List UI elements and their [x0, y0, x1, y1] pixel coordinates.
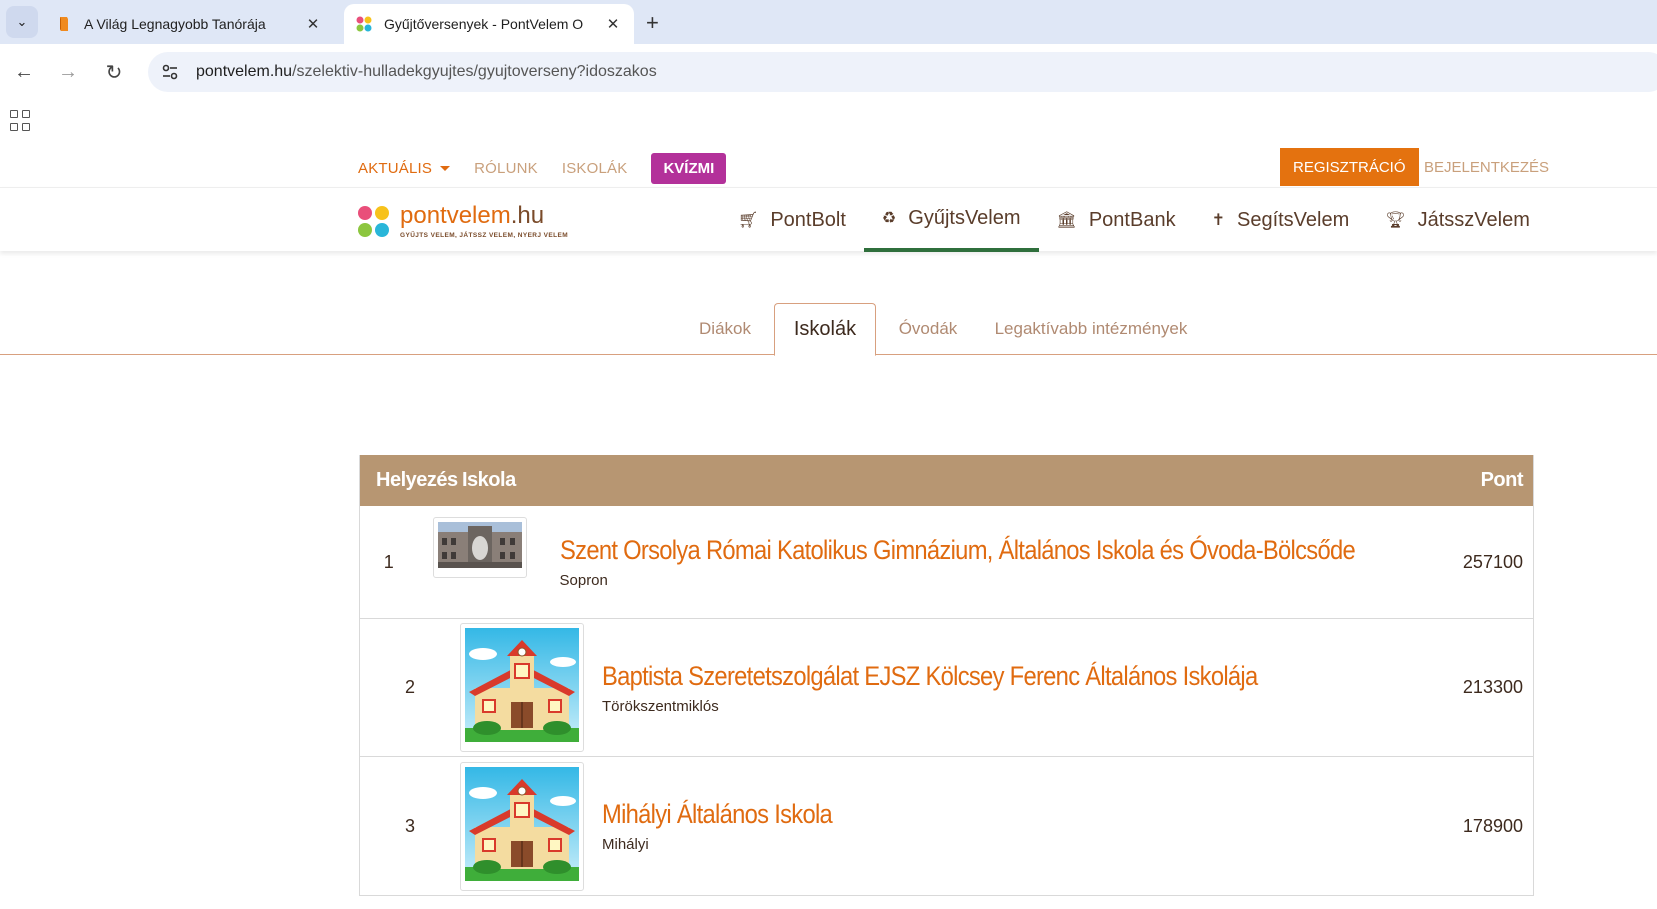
logo-dots-icon: [358, 206, 390, 238]
address-bar[interactable]: pontvelem.hu/szelektiv-hulladekgyujtes/g…: [148, 52, 1657, 92]
url-text: pontvelem.hu/szelektiv-hulladekgyujtes/g…: [196, 63, 657, 81]
row-points: 178900: [1462, 815, 1523, 836]
logo-brand: pontvelem.hu: [400, 202, 545, 229]
tab-legaktivabb[interactable]: Legaktívabb intézmények: [984, 303, 1198, 355]
caret-down-icon: [440, 166, 451, 172]
header-school: Iskola: [462, 469, 516, 491]
table-header: Helyezés Iskola Pont: [360, 455, 1533, 506]
pontvelem-favicon: [356, 16, 372, 32]
forward-icon[interactable]: →: [50, 54, 86, 90]
school-name-link[interactable]: Baptista Szeretetszolgálat EJSZ Kölcsey …: [602, 661, 1324, 692]
school-city: Törökszentmiklós: [602, 697, 719, 715]
logo-tagline: GYŰJTS VELEM, JÁTSSZ VELEM, NYERJ VELEM: [400, 232, 569, 239]
url-path: /szelektiv-hulladekgyujtes/gyujtoverseny…: [292, 63, 657, 80]
tab-iskolak[interactable]: Iskolák: [774, 303, 876, 356]
school-illustration[interactable]: [460, 761, 584, 891]
nav-aktualis[interactable]: AKTUÁLIS: [358, 160, 451, 177]
tab-ovodak[interactable]: Óvodák: [884, 303, 972, 355]
nav-gyujtsvelem[interactable]: ♻ GyűjtsVelem: [863, 188, 1039, 252]
row-rank: 1: [383, 551, 394, 572]
browser-tabstrip: ⌄ A Világ Legnagyobb Tanórája ✕ Gyűjtőve…: [0, 0, 1657, 44]
site-main-nav: pontvelem.hu GYŰJTS VELEM, JÁTSSZ VELEM,…: [0, 187, 1657, 252]
row-points: 257100: [1462, 551, 1523, 572]
row-rank: 3: [404, 815, 415, 836]
browser-tab-active[interactable]: Gyűjtőversenyek - PontVelem O ✕: [344, 4, 634, 44]
url-host: pontvelem.hu: [196, 63, 293, 80]
header-points: Pont: [1480, 469, 1524, 491]
school-name-link[interactable]: Szent Orsolya Római Katolikus Gimnázium,…: [560, 535, 1356, 566]
site-settings-icon[interactable]: [152, 54, 188, 90]
table-row: 2 Baptista Szeretetszolgálat EJSZ Kölcse…: [360, 619, 1533, 757]
row-rank: 2: [404, 677, 415, 697]
table-row: 3 Mihályi Általános Iskola Mihályi 17890…: [360, 757, 1533, 895]
trophy-icon: 🏆︎: [1385, 212, 1406, 229]
school-name-link[interactable]: Mihályi Általános Iskola: [602, 799, 1324, 830]
site-logo[interactable]: pontvelem.hu GYŰJTS VELEM, JÁTSSZ VELEM,…: [358, 202, 568, 242]
site-top-nav: AKTUÁLIS RÓLUNK ISKOLÁK KVÍZMI: [358, 152, 727, 184]
browser-toolbar: ← → ↻ pontvelem.hu/szelektiv-hulladekgyu…: [0, 44, 1657, 100]
browser-tab-inactive[interactable]: A Világ Legnagyobb Tanórája ✕: [44, 4, 334, 44]
register-button[interactable]: REGISZTRÁCIÓ: [1280, 148, 1419, 186]
login-link[interactable]: BEJELENTKEZÉS: [1424, 148, 1549, 186]
close-icon[interactable]: ✕: [604, 15, 622, 33]
cart-icon: 🛒︎: [738, 212, 759, 229]
school-city: Mihályi: [602, 836, 649, 853]
nav-kvizmi-button[interactable]: KVÍZMI: [651, 152, 727, 184]
school-info: Mihályi Általános Iskola Mihályi: [602, 799, 1423, 853]
bookmarks-bar: [0, 100, 1657, 144]
school-photo[interactable]: [432, 517, 527, 578]
school-illustration[interactable]: [460, 623, 584, 752]
bank-icon: 🏛︎: [1056, 212, 1077, 229]
header-rank: Helyezés: [376, 469, 458, 491]
ranking-table: Helyezés Iskola Pont 1 Szent Orsolya Róm…: [359, 455, 1534, 896]
nav-pontbank[interactable]: 🏛︎ PontBank: [1039, 188, 1194, 252]
school-info: Baptista Szeretetszolgálat EJSZ Kölcsey …: [602, 661, 1423, 715]
main-nav-items: 🛒︎ PontBolt ♻ GyűjtsVelem 🏛︎ PontBank ✝ Segí…: [720, 188, 1548, 252]
school-city: Sopron: [559, 572, 608, 589]
nav-rolunk[interactable]: RÓLUNK: [474, 160, 538, 177]
tab-title: Gyűjtőversenyek - PontVelem O: [384, 16, 584, 32]
nav-segitsvelem[interactable]: ✝ SegítsVelem: [1194, 188, 1368, 252]
recycle-icon: ♻: [881, 210, 897, 227]
new-tab-icon[interactable]: +: [646, 10, 659, 36]
table-row: 1 Szent Orsolya Római Katolikus Gimnáziu…: [360, 506, 1533, 619]
apps-grid-icon[interactable]: [10, 110, 32, 132]
person-icon: ✝: [1211, 212, 1225, 229]
tab-title: A Világ Legnagyobb Tanórája: [84, 16, 266, 32]
close-icon[interactable]: ✕: [304, 15, 322, 33]
tab-diakok[interactable]: Diákok: [680, 303, 770, 355]
tab-search-button[interactable]: ⌄: [6, 6, 38, 38]
nav-iskolak[interactable]: ISKOLÁK: [562, 160, 628, 177]
reload-icon[interactable]: ↻: [96, 54, 132, 90]
book-icon: [60, 17, 68, 31]
nav-pontbolt[interactable]: 🛒︎ PontBolt: [720, 188, 864, 252]
back-icon[interactable]: ←: [6, 54, 42, 90]
competition-tabs: Diákok Iskolák Óvodák Legaktívabb intézm…: [0, 303, 1657, 356]
row-points: 213300: [1462, 677, 1523, 697]
school-info: Szent Orsolya Római Katolikus Gimnázium,…: [560, 535, 1463, 589]
nav-jatsszvelem[interactable]: 🏆︎ JátsszVelem: [1367, 188, 1548, 252]
